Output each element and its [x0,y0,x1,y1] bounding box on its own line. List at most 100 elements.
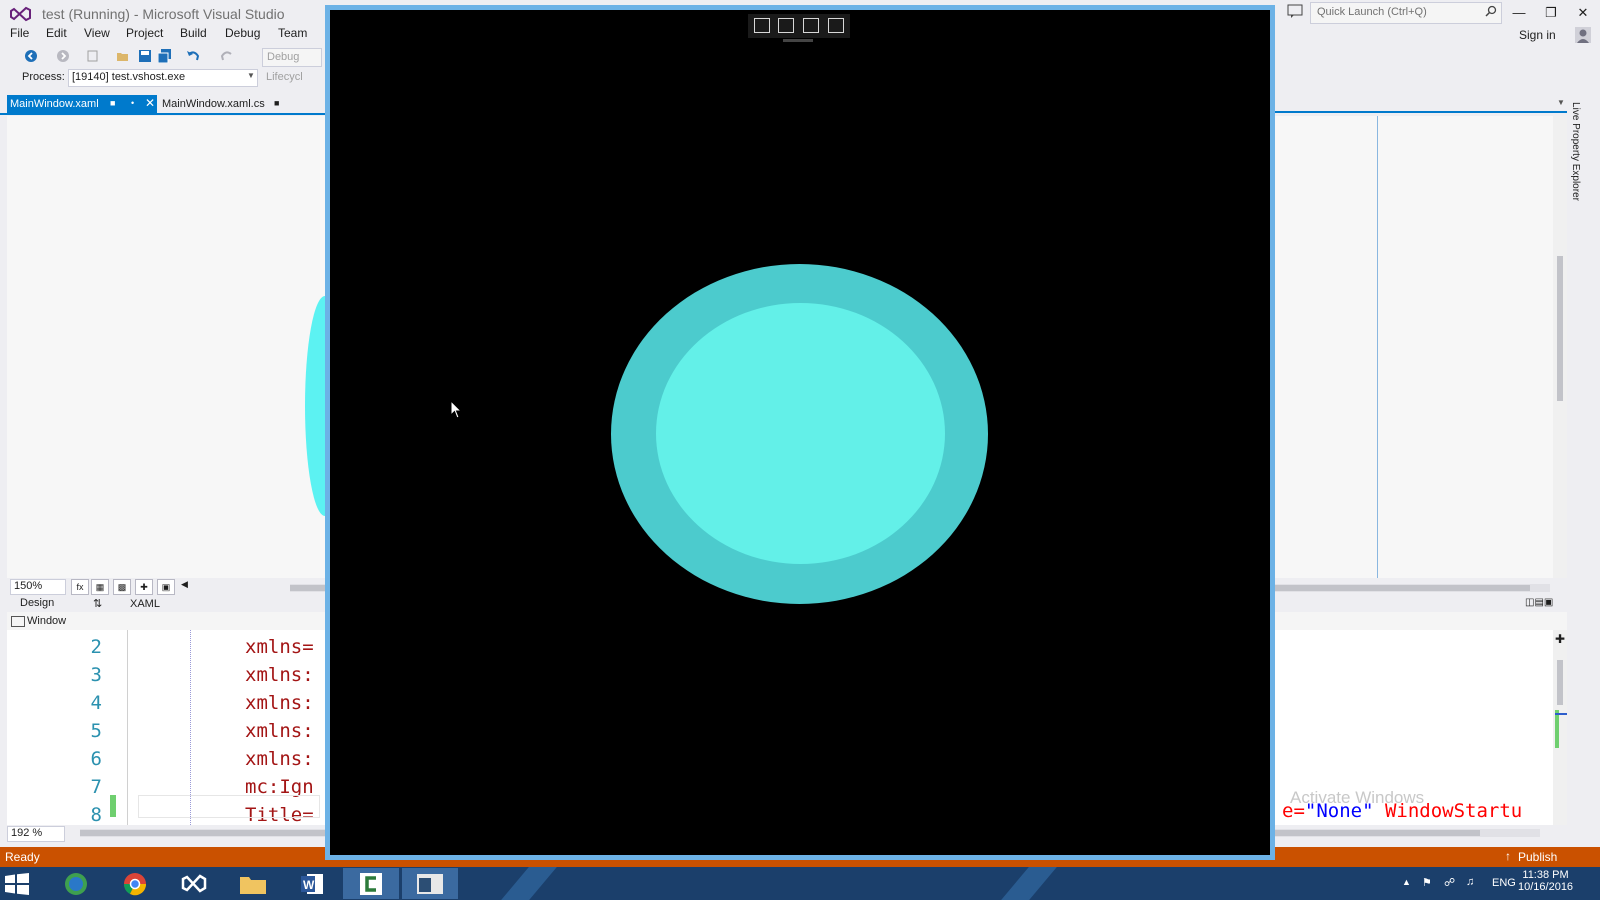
solution-configuration-dropdown[interactable]: Debug [262,48,322,67]
menu-file[interactable]: File [10,26,29,40]
artboard-edge [1377,116,1378,578]
snap-grid-icon[interactable]: ▩ [113,579,131,595]
new-project-icon[interactable] [86,49,100,63]
zoom-dropdown[interactable]: 150% [10,579,66,595]
menu-build[interactable]: Build [180,26,207,40]
taskbar-app-visual-studio[interactable] [166,868,222,899]
track-focus-icon[interactable] [828,18,844,33]
menu-debug[interactable]: Debug [225,26,260,40]
quick-launch-input[interactable]: Quick Launch (Ctrl+Q) [1310,2,1502,24]
designer-vertical-scrollbar[interactable] [1553,116,1567,578]
process-dropdown[interactable]: [19140] test.vshost.exe ▼ [68,69,258,87]
formula-button[interactable]: fx [71,579,89,595]
open-file-icon[interactable] [116,49,130,63]
window-title: test (Running) - Microsoft Visual Studio [42,6,285,22]
line-number: 8 [90,804,102,826]
line-number: 3 [90,664,102,686]
editor-zoom-value: 192 % [11,827,43,839]
minimize-button[interactable]: — [1506,3,1532,23]
redo-icon[interactable] [220,49,234,63]
configuration-value: Debug [267,51,300,63]
zoom-value: 150% [14,580,43,592]
scrollbar-caret-marker [1555,713,1567,715]
menu-view[interactable]: View [84,26,110,40]
app-window-icon [417,874,443,894]
clock-date: 10/16/2016 [1518,881,1574,893]
chevron-down-icon[interactable]: ▼ [1557,98,1565,107]
lifecycle-events-dropdown[interactable]: Lifecycl [266,71,303,83]
user-account-icon[interactable] [1574,26,1592,44]
taskbar-clock[interactable]: 11:38 PM 10/16/2016 [1518,869,1573,893]
artboard-background-icon[interactable]: ✚ [135,579,153,595]
taskbar-app-camtasia[interactable] [343,868,399,899]
pane-layout-icons[interactable]: ◫▤▣ [1525,597,1553,608]
restore-button[interactable]: ❐ [1538,3,1564,23]
close-tab-icon[interactable]: ✕ [145,96,155,110]
close-window-button[interactable]: ✕ [1570,3,1596,23]
feedback-icon[interactable] [1287,4,1303,18]
in-app-debug-toolbar [748,14,850,42]
xaml-designer-surface[interactable] [1275,116,1567,578]
taskbar-decoration [501,867,557,900]
save-icon[interactable] [138,49,152,63]
windows-start-icon[interactable] [4,873,30,895]
tab-well-divider [1275,111,1567,113]
select-element-icon[interactable] [778,18,794,33]
taskbar-app-running-window[interactable] [402,868,458,899]
navigate-forward-icon[interactable] [56,49,70,63]
tab-well-divider [0,113,330,115]
display-layout-adorners-icon[interactable] [803,18,819,33]
code-vertical-scrollbar[interactable] [1553,630,1567,825]
publish-button[interactable]: Publish [1518,850,1557,864]
tab-mainwindow-xaml[interactable]: MainWindow.xaml ■ • ✕ [7,95,157,114]
network-icon[interactable]: ☍ [1444,876,1455,889]
xaml-designer-surface[interactable] [7,116,330,578]
editor-zoom-dropdown[interactable]: 192 % [7,826,65,842]
visual-studio-logo-icon [10,6,31,22]
tab-label: MainWindow.xaml.cs [162,98,265,110]
window-breadcrumb-label: Window [27,615,67,627]
snap-lines-icon[interactable]: ▣ [157,579,175,595]
live-property-explorer-tab[interactable]: Live Property Explorer [1569,96,1592,216]
menu-team[interactable]: Team [278,26,307,40]
menu-project[interactable]: Project [126,26,163,40]
grid-icon[interactable]: ▦ [91,579,109,595]
scrollbar-thumb[interactable] [1557,660,1563,705]
swap-panes-icon[interactable]: ⇅ [93,597,102,610]
live-property-explorer-label: Live Property Explorer [1569,102,1581,201]
search-icon [1485,5,1497,17]
tab-xaml[interactable]: XAML [130,598,160,610]
code-line: xmlns: [245,692,314,714]
taskbar-app-word[interactable]: W [284,868,340,899]
save-all-icon[interactable] [158,49,172,63]
keep-open-icon[interactable]: • [131,98,134,108]
visual-studio-icon [181,874,207,893]
pin-icon[interactable]: ■ [274,98,279,108]
scroll-left-icon[interactable]: ◀ [181,579,188,590]
input-language-indicator[interactable]: ENG [1492,877,1516,889]
code-attribute-value: "None" [1304,800,1374,822]
action-center-icon[interactable]: ⚑ [1422,876,1432,889]
menu-edit[interactable]: Edit [46,26,67,40]
sign-in-link[interactable]: Sign in [1519,28,1556,42]
publish-arrow-icon: ↑ [1505,849,1511,863]
undo-icon[interactable] [186,49,200,63]
pin-icon[interactable]: ■ [110,98,115,108]
scrollbar-thumb[interactable] [1557,256,1563,401]
svg-text:W: W [303,878,315,892]
toolbar-handle[interactable] [783,39,813,42]
navigate-back-icon[interactable] [24,49,38,63]
taskbar-app-file-explorer[interactable] [225,868,281,899]
volume-icon[interactable]: ♫ [1466,876,1474,888]
taskbar-app-chrome[interactable] [107,868,163,899]
chrome-icon [123,873,147,896]
go-to-live-visual-tree-icon[interactable] [754,18,770,33]
code-attribute: WindowStartu [1373,800,1523,822]
code-attribute: e= [1282,800,1305,822]
show-hidden-icons[interactable]: ▲ [1402,877,1411,887]
taskbar-app-globe[interactable] [48,868,104,899]
code-line: xmlns= [245,636,314,658]
split-editor-icon[interactable]: ✚ [1555,632,1565,646]
tab-design[interactable]: Design [20,597,54,609]
line-number: 5 [90,720,102,742]
